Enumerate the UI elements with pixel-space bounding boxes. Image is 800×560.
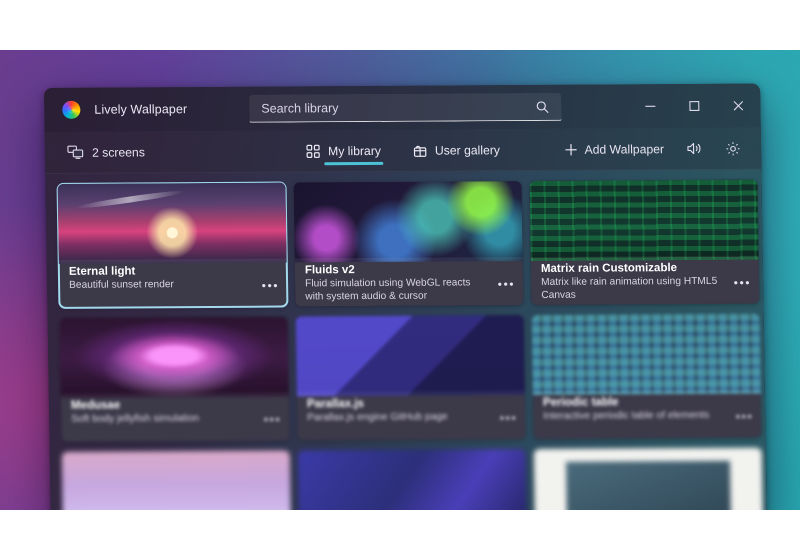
card-overflow-menu-icon[interactable]: ••• <box>500 411 518 425</box>
add-wallpaper-button[interactable]: Add Wallpaper <box>553 128 674 171</box>
close-button[interactable] <box>716 84 761 128</box>
lively-wallpaper-window: Lively Wallpaper Search library 2 screen… <box>44 83 767 526</box>
wallpaper-card[interactable]: Periodic table Interactive periodic tabl… <box>531 313 762 439</box>
wallpaper-meta: Eternal light Beautiful sunset render <box>58 258 288 308</box>
volume-button[interactable] <box>676 127 714 169</box>
tab-active-indicator <box>324 161 384 165</box>
command-bar-actions: Add Wallpaper <box>553 127 761 170</box>
wallpaper-title: Medusae <box>70 399 121 412</box>
search-icon[interactable] <box>529 99 555 113</box>
wallpaper-grid: Eternal light Beautiful sunset render ••… <box>56 179 764 526</box>
library-content[interactable]: Eternal light Beautiful sunset render ••… <box>45 170 767 526</box>
screens-label: 2 screens <box>91 144 145 160</box>
wallpaper-card[interactable]: Fluids v2 Fluid simulation using WebGL r… <box>293 181 524 307</box>
title-bar: Lively Wallpaper <box>44 83 761 132</box>
letterbox-bottom <box>0 510 800 560</box>
wallpaper-thumbnail <box>59 316 289 398</box>
letterbox-top <box>0 0 800 50</box>
screenshot-canvas: Lively Wallpaper Search library 2 screen… <box>0 0 800 560</box>
wallpaper-meta: Medusae Soft body jellyfish simulation <box>60 392 290 442</box>
search-input[interactable] <box>249 99 530 116</box>
wallpaper-thumbnail <box>531 313 761 396</box>
app-title: Lively Wallpaper <box>94 102 188 117</box>
wallpaper-meta: Fluids v2 Fluid simulation using WebGL r… <box>294 257 524 307</box>
wallpaper-meta: Parallax.js Parallax.js engine GitHub pa… <box>296 391 526 441</box>
minimize-button[interactable] <box>628 84 673 128</box>
wallpaper-description: Soft body jellyfish simulation <box>71 413 200 425</box>
wallpaper-title: Eternal light <box>68 265 136 278</box>
wallpaper-thumbnail <box>529 179 759 262</box>
maximize-button[interactable] <box>672 84 717 128</box>
wallpaper-meta: Matrix rain Customizable Matrix like rai… <box>530 255 760 306</box>
window-controls <box>628 84 761 129</box>
card-overflow-menu-icon[interactable]: ••• <box>264 413 282 427</box>
tab-my-library[interactable]: My library <box>302 129 385 172</box>
wallpaper-title: Matrix rain Customizable <box>540 262 678 275</box>
wallpaper-meta: Periodic table Interactive periodic tabl… <box>532 389 762 439</box>
lively-color-wheel-icon <box>62 100 81 119</box>
screens-selector[interactable]: 2 screens <box>59 131 154 174</box>
card-overflow-menu-icon[interactable]: ••• <box>498 277 516 291</box>
wallpaper-card[interactable]: Eternal light Beautiful sunset render ••… <box>56 181 289 309</box>
wallpaper-description: Matrix like rain animation using HTML5 C… <box>541 275 718 301</box>
tab-user-gallery[interactable]: User gallery <box>409 129 505 172</box>
tab-user-gallery-label: User gallery <box>434 142 501 158</box>
wallpaper-thumbnail <box>57 182 287 264</box>
tab-my-library-label: My library <box>327 143 382 158</box>
card-overflow-menu-icon[interactable]: ••• <box>262 279 280 293</box>
settings-button[interactable] <box>715 127 752 169</box>
wallpaper-description: Parallax.js engine GitHub page <box>307 411 448 424</box>
card-overflow-menu-icon[interactable]: ••• <box>734 276 752 290</box>
wallpaper-description: Interactive periodic table of elements <box>543 409 710 422</box>
wallpaper-title: Periodic table <box>542 396 619 409</box>
wallpaper-thumbnail <box>293 181 523 263</box>
library-tabs: My library User gallery <box>302 129 505 172</box>
wallpaper-card[interactable]: Parallax.js Parallax.js engine GitHub pa… <box>295 315 526 441</box>
wallpaper-title: Fluids v2 <box>304 264 355 277</box>
add-wallpaper-label: Add Wallpaper <box>584 141 665 157</box>
wallpaper-thumbnail <box>295 315 525 397</box>
wallpaper-card[interactable]: Medusae Soft body jellyfish simulation •… <box>59 316 290 442</box>
wallpaper-description: Beautiful sunset render <box>69 279 174 291</box>
wallpaper-card[interactable]: Matrix rain Customizable Matrix like rai… <box>529 179 760 306</box>
search-box[interactable] <box>249 92 562 123</box>
card-overflow-menu-icon[interactable]: ••• <box>736 410 754 424</box>
wallpaper-title: Parallax.js <box>306 398 365 411</box>
command-bar: 2 screens My library User gallery Add Wa… <box>44 127 762 174</box>
wallpaper-description: Fluid simulation using WebGL reacts with… <box>305 277 471 302</box>
